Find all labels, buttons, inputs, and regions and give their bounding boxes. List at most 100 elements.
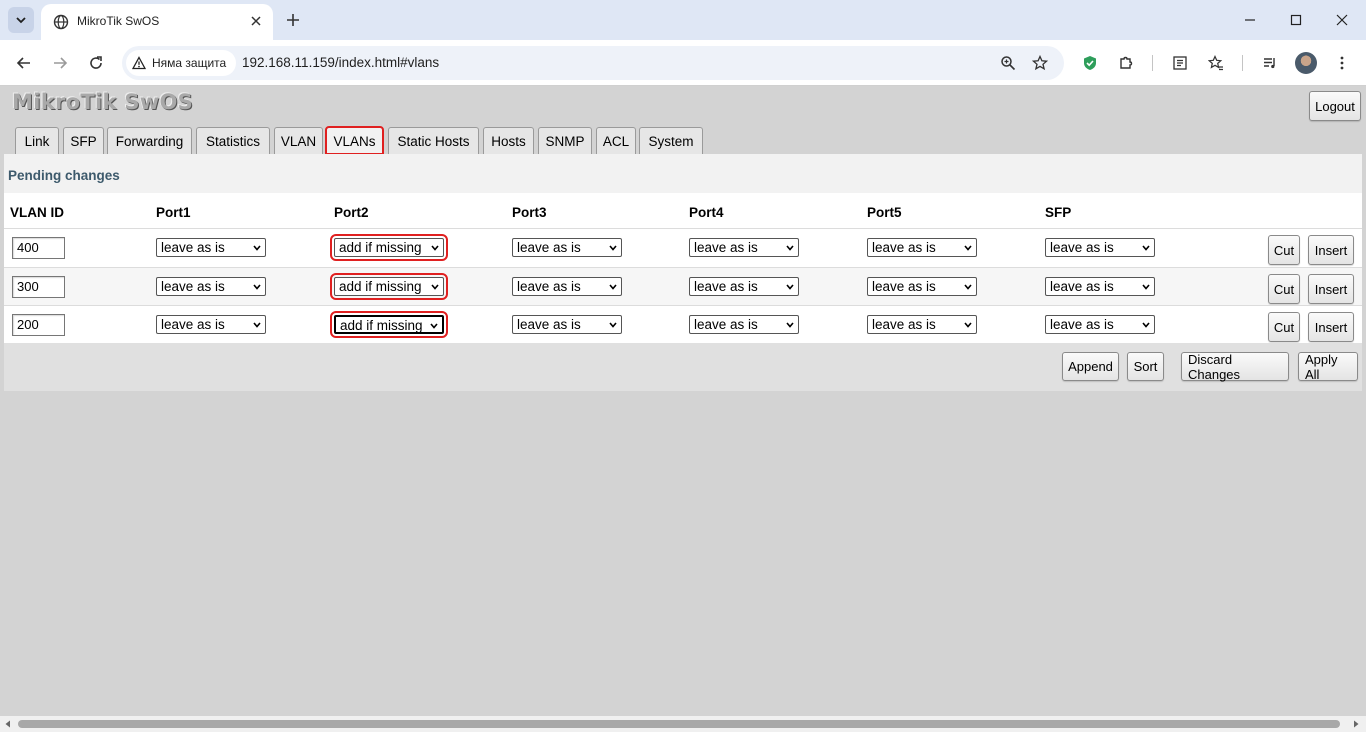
port4-select[interactable]: leave as is xyxy=(689,315,799,334)
globe-icon xyxy=(53,14,69,30)
chevron-down-icon xyxy=(1142,284,1150,290)
select-value: add if missing xyxy=(339,240,422,255)
browser-menu-button[interactable] xyxy=(1330,51,1354,75)
port4-select[interactable]: leave as is xyxy=(689,238,799,257)
select-value: leave as is xyxy=(872,317,936,332)
browser-tab[interactable]: MikroTik SwOS xyxy=(41,4,273,40)
select-value: leave as is xyxy=(161,279,225,294)
append-button[interactable]: Append xyxy=(1062,352,1119,381)
port5-select[interactable]: leave as is xyxy=(867,238,977,257)
logout-button[interactable]: Logout xyxy=(1309,91,1361,121)
tab-statistics[interactable]: Statistics xyxy=(196,127,270,154)
port1-select[interactable]: leave as is xyxy=(156,238,266,257)
sfp-select[interactable]: leave as is xyxy=(1045,277,1155,296)
port3-select[interactable]: leave as is xyxy=(512,238,622,257)
plus-icon xyxy=(287,14,299,26)
port1-select[interactable]: leave as is xyxy=(156,315,266,334)
tab-link[interactable]: Link xyxy=(15,127,59,154)
reload-icon xyxy=(90,56,102,69)
url-text: 192.168.11.159/index.html#vlans xyxy=(242,55,440,70)
tab-system[interactable]: System xyxy=(639,127,703,154)
port5-select[interactable]: leave as is xyxy=(867,315,977,334)
discard-changes-button[interactable]: Discard Changes xyxy=(1181,352,1289,382)
extensions-button[interactable] xyxy=(1114,51,1138,75)
vlan-id-input[interactable]: 300 xyxy=(12,276,65,298)
tab-hosts[interactable]: Hosts xyxy=(483,127,534,154)
sort-button[interactable]: Sort xyxy=(1127,352,1164,381)
chevron-down-icon xyxy=(964,322,972,328)
profile-avatar[interactable] xyxy=(1295,52,1317,74)
tab-snmp[interactable]: SNMP xyxy=(538,127,592,154)
vlans-panel: Pending changes VLAN ID Port1 Port2 Port… xyxy=(4,154,1362,391)
port2-select[interactable]: add if missing xyxy=(330,311,448,338)
star-list-icon xyxy=(1208,55,1223,71)
vlan-id-input[interactable]: 400 xyxy=(12,237,65,259)
new-tab-button[interactable] xyxy=(282,9,304,31)
vlan-id-input[interactable]: 200 xyxy=(12,314,65,336)
cut-button[interactable]: Cut xyxy=(1268,312,1300,342)
tab-sfp[interactable]: SFP xyxy=(63,127,104,154)
scroll-right-icon[interactable] xyxy=(1352,720,1360,728)
zoom-button[interactable] xyxy=(998,53,1018,73)
port3-select[interactable]: leave as is xyxy=(512,277,622,296)
puzzle-icon xyxy=(1120,56,1133,69)
vlans-actions: Append Sort Discard Changes Apply All xyxy=(4,343,1362,391)
horizontal-scrollbar[interactable] xyxy=(0,716,1366,732)
port5-select[interactable]: leave as is xyxy=(867,277,977,296)
reading-mode-button[interactable] xyxy=(1168,51,1192,75)
sfp-select[interactable]: leave as is xyxy=(1045,315,1155,334)
window-close-button[interactable] xyxy=(1330,8,1354,32)
tab-forwarding[interactable]: Forwarding xyxy=(107,127,192,154)
sfp-select[interactable]: leave as is xyxy=(1045,238,1155,257)
insert-button[interactable]: Insert xyxy=(1308,274,1354,304)
chevron-down-icon xyxy=(609,245,617,251)
toolbar-separator xyxy=(1242,55,1243,71)
select-value: leave as is xyxy=(694,317,758,332)
extension-shield-button[interactable] xyxy=(1078,51,1102,75)
reading-list-icon xyxy=(1173,56,1187,70)
maximize-button[interactable] xyxy=(1284,8,1308,32)
forward-button[interactable] xyxy=(48,51,72,75)
apply-all-button[interactable]: Apply All xyxy=(1298,352,1358,382)
media-control-button[interactable] xyxy=(1258,51,1282,75)
port3-select[interactable]: leave as is xyxy=(512,315,622,334)
cut-button[interactable]: Cut xyxy=(1268,274,1300,304)
chevron-down-icon xyxy=(431,245,439,251)
scrollbar-thumb[interactable] xyxy=(18,720,1340,728)
chevron-down-icon xyxy=(253,245,261,251)
port4-select[interactable]: leave as is xyxy=(689,277,799,296)
tab-title: MikroTik SwOS xyxy=(77,14,160,28)
chevron-down-icon xyxy=(609,284,617,290)
column-header-sfp: SFP xyxy=(1045,205,1072,220)
port2-select[interactable]: add if missing xyxy=(330,273,448,300)
cut-button[interactable]: Cut xyxy=(1268,235,1300,265)
table-row: 200 leave as is add if missing leave as … xyxy=(4,305,1362,343)
tab-search-button[interactable] xyxy=(8,7,34,33)
favorites-button[interactable] xyxy=(1204,51,1228,75)
chevron-down-icon xyxy=(964,245,972,251)
tab-acl[interactable]: ACL xyxy=(596,127,636,154)
port1-select[interactable]: leave as is xyxy=(156,277,266,296)
scroll-left-icon[interactable] xyxy=(4,720,12,728)
security-chip[interactable]: Няма защита xyxy=(126,50,237,76)
chevron-down-icon xyxy=(431,284,439,290)
tab-vlans[interactable]: VLANs xyxy=(325,126,384,155)
select-value: leave as is xyxy=(872,279,936,294)
tab-close-button[interactable] xyxy=(247,12,265,30)
tab-static-hosts[interactable]: Static Hosts xyxy=(388,127,479,154)
select-value: add if missing xyxy=(339,279,422,294)
select-value: leave as is xyxy=(1050,240,1114,255)
bookmark-star-button[interactable] xyxy=(1030,53,1050,73)
address-bar[interactable]: Няма защита 192.168.11.159/index.html#vl… xyxy=(122,46,1064,80)
column-header-port3: Port3 xyxy=(512,205,547,220)
insert-button[interactable]: Insert xyxy=(1308,312,1354,342)
minimize-button[interactable] xyxy=(1238,8,1262,32)
tab-vlan[interactable]: VLAN xyxy=(274,127,323,154)
port2-select[interactable]: add if missing xyxy=(330,234,448,261)
back-button[interactable] xyxy=(12,51,36,75)
insert-button[interactable]: Insert xyxy=(1308,235,1354,265)
select-value: leave as is xyxy=(872,240,936,255)
reload-button[interactable] xyxy=(84,51,108,75)
select-value: add if missing xyxy=(340,318,423,333)
close-icon xyxy=(251,16,261,26)
